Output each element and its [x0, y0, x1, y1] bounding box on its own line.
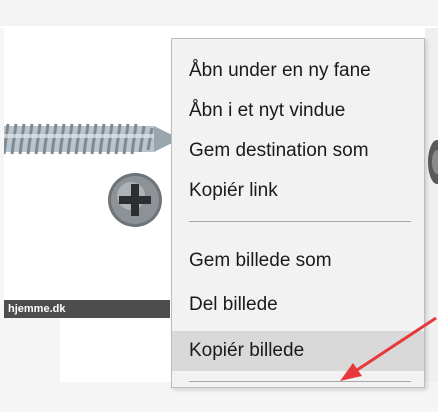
- top-divider-right: [206, 26, 438, 28]
- context-menu: Åbn under en ny fane Åbn i et nyt vindue…: [171, 38, 425, 388]
- menu-item-open-new-window[interactable]: Åbn i et nyt vindue: [172, 91, 424, 131]
- menu-item-save-target-as[interactable]: Gem destination som: [172, 131, 424, 171]
- menu-separator-2: [189, 381, 411, 382]
- image-caption-text: hjemme.dk: [8, 303, 66, 315]
- page-top-band: [0, 0, 438, 28]
- menu-separator-1: [189, 221, 411, 222]
- screw-shaft: [4, 123, 174, 155]
- page-lower-left-panel: [0, 318, 60, 382]
- menu-item-save-image-as[interactable]: Gem billede som: [172, 241, 424, 281]
- menu-item-share-image[interactable]: Del billede: [172, 285, 424, 325]
- menu-item-open-new-tab[interactable]: Åbn under en ny fane: [172, 51, 424, 91]
- partial-image-right: [428, 140, 438, 184]
- menu-item-copy-image[interactable]: Kopiér billede: [172, 331, 424, 371]
- page-right-strip: [425, 28, 438, 412]
- image-caption-bar: hjemme.dk: [4, 300, 170, 318]
- menu-item-copy-link[interactable]: Kopiér link: [172, 171, 424, 211]
- screw-head-icon: [108, 173, 162, 227]
